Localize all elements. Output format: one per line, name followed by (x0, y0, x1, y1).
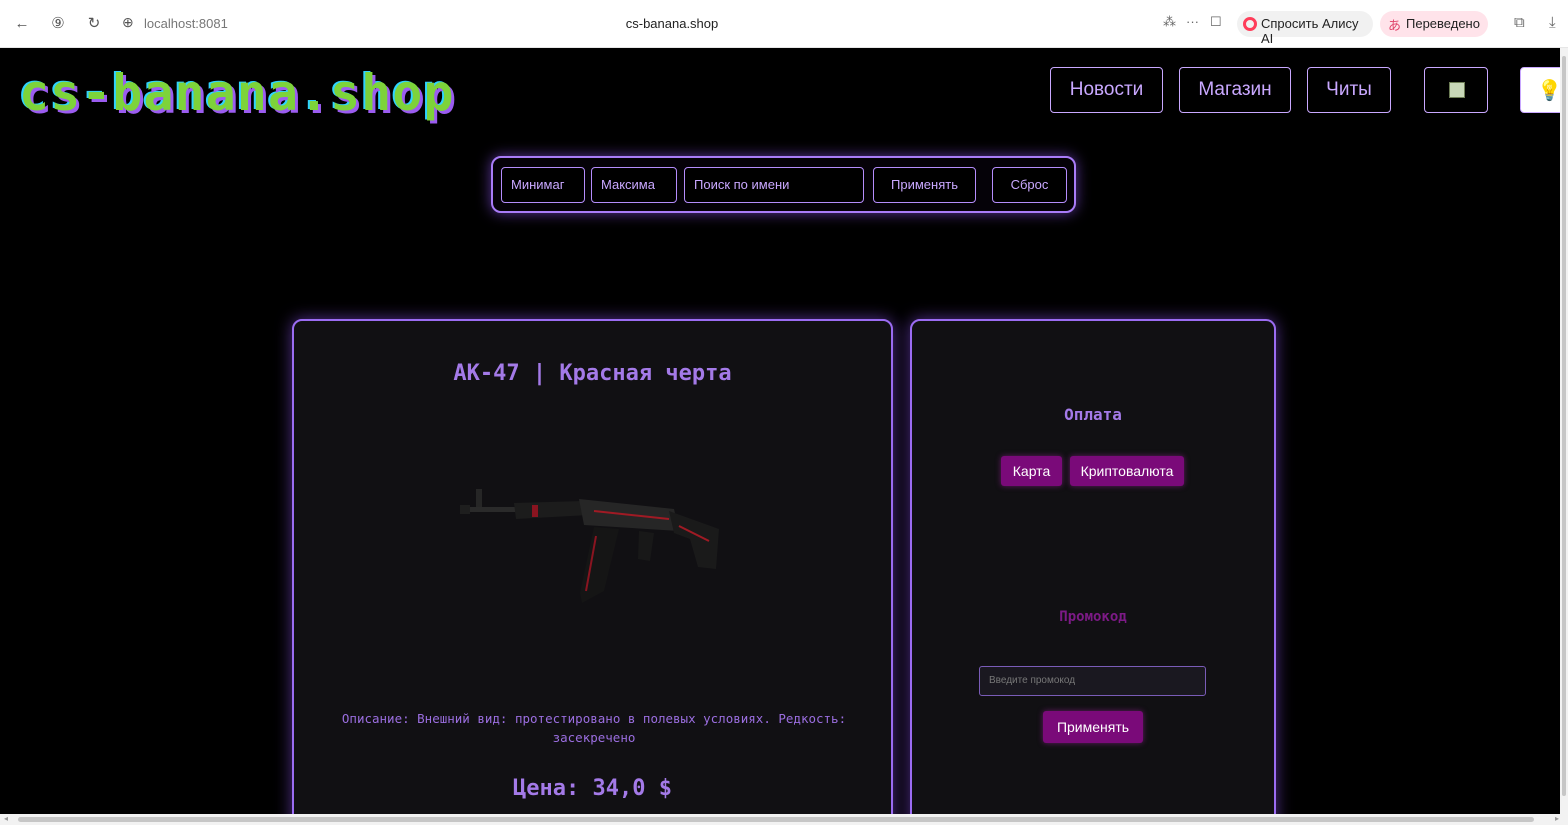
min-price-input[interactable]: Минимаг (501, 167, 585, 203)
site-logo[interactable]: cs-banana.shop (19, 64, 454, 122)
translate-badge-icon: あ (1388, 18, 1402, 33)
theme-toggle-button[interactable]: 💡 (1520, 67, 1560, 113)
reload-icon[interactable]: ↻ (84, 14, 104, 34)
name-search-input[interactable]: Поиск по имени (684, 167, 864, 203)
scroll-left-icon[interactable]: ◂ (4, 814, 8, 823)
translate-icon[interactable]: ⁂ (1163, 14, 1176, 30)
nav-news-button[interactable]: Новости (1050, 67, 1163, 113)
translated-label: Переведено (1406, 16, 1480, 31)
nav-cheats-button[interactable]: Читы (1307, 67, 1391, 113)
yandex-icon[interactable]: ⑨ (48, 14, 68, 34)
profile-button[interactable] (1424, 67, 1488, 113)
pay-card-button[interactable]: Карта (1001, 456, 1062, 486)
page-content: cs-banana.shop Новости Магазин Читы 💡 Ми… (7, 48, 1560, 814)
browser-toolbar: ← ⑨ ↻ ⊕ localhost:8081 cs-banana.shop ⁂ … (0, 0, 1568, 48)
page-tab-title: cs-banana.shop (625, 16, 719, 31)
payment-card: Оплата Карта Криптовалюта Промокод Введи… (910, 319, 1276, 814)
horizontal-scroll-thumb[interactable] (18, 817, 1534, 822)
promo-apply-button[interactable]: Применять (1043, 711, 1143, 743)
product-description: Описание: Внешний вид: протестировано в … (341, 711, 847, 745)
product-card: AK-47 | Красная черта Описание: Внешний … (292, 319, 893, 814)
promo-title: Промокод (1059, 609, 1127, 625)
reset-filter-button[interactable]: Сброс (992, 167, 1067, 203)
scroll-right-icon[interactable]: ▸ (1555, 814, 1559, 823)
vertical-scrollbar[interactable] (1560, 48, 1568, 814)
filter-bar: Минимаг Максима Поиск по имени Применять… (491, 156, 1076, 213)
bookmark-icon[interactable]: ☐ (1210, 14, 1222, 30)
more-icon[interactable]: ··· (1186, 14, 1199, 29)
max-price-input[interactable]: Максима (591, 167, 677, 203)
promo-code-input[interactable]: Введите промокод (979, 666, 1206, 696)
alice-icon (1243, 17, 1257, 31)
payment-title: Оплата (1064, 405, 1122, 424)
pay-crypto-button[interactable]: Криптовалюта (1070, 456, 1184, 486)
nav-shop-button[interactable]: Магазин (1179, 67, 1291, 113)
back-arrow-icon[interactable]: ← (12, 14, 32, 34)
ak47-rifle-image (460, 489, 719, 603)
download-icon[interactable]: ⤓ (1549, 14, 1556, 31)
address-bar[interactable]: ⊕ localhost:8081 cs-banana.shop (112, 11, 1232, 37)
ask-alice-button[interactable]: Спросить Алису AI (1237, 11, 1373, 46)
vertical-scroll-thumb[interactable] (1562, 56, 1566, 796)
horizontal-scrollbar[interactable]: ◂ ▸ (0, 814, 1568, 825)
product-title: AK-47 | Красная черта (453, 361, 732, 386)
translated-badge[interactable]: あ Переведено (1380, 11, 1488, 37)
ask-alice-label: Спросить Алису AI (1261, 16, 1359, 46)
avatar-icon (1449, 82, 1465, 98)
product-price: Цена: 34,0 $ (513, 776, 672, 801)
lightbulb-icon: 💡 (1537, 80, 1560, 102)
apply-filter-button[interactable]: Применять (873, 167, 976, 203)
tabs-icon[interactable]: ⧉ (1514, 14, 1525, 31)
